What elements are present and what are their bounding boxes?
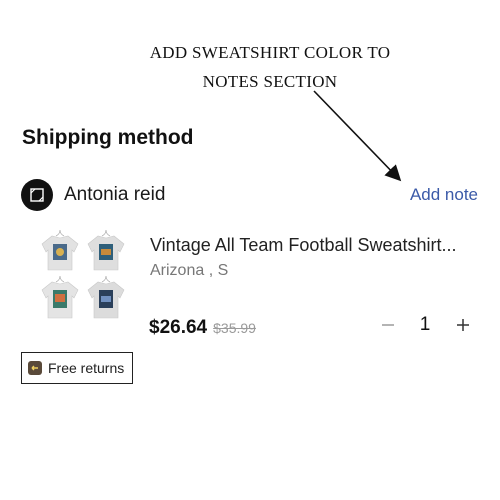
annotation-text: ADD SWEATSHIRT COLOR TO NOTES SECTION <box>0 38 500 96</box>
annotation-line-2: NOTES SECTION <box>202 72 338 91</box>
product-original-price: $35.99 <box>213 320 256 336</box>
seller-row: Antonia reid Add note <box>21 179 481 213</box>
sweatshirt-image <box>41 229 125 319</box>
seller-avatar[interactable] <box>21 179 53 211</box>
shipping-method-title: Shipping method <box>22 126 194 149</box>
product-thumbnail[interactable] <box>38 224 130 324</box>
quantity-stepper: 1 <box>377 312 473 338</box>
free-returns-badge: Free returns <box>21 352 134 384</box>
price-row: $26.64 $35.99 <box>149 317 256 339</box>
shop-icon <box>30 188 44 202</box>
minus-icon-glyph <box>382 324 394 326</box>
add-note-link[interactable]: Add note <box>410 185 478 205</box>
return-icon <box>28 361 42 375</box>
product-variant: Arizona , S <box>150 262 229 279</box>
product-price: $26.64 <box>149 317 208 338</box>
plus-icon[interactable] <box>452 312 474 338</box>
product-title[interactable]: Vintage All Team Football Sweatshirt... <box>150 235 480 256</box>
page: ADD SWEATSHIRT COLOR TO NOTES SECTION Sh… <box>0 0 500 500</box>
free-returns-label: Free returns <box>48 360 125 376</box>
annotation-line-1: ADD SWEATSHIRT COLOR TO <box>149 43 391 62</box>
plus-icon-glyph <box>457 319 469 331</box>
seller-name[interactable]: Antonia reid <box>64 184 165 206</box>
minus-icon[interactable] <box>377 312 399 338</box>
quantity-value: 1 <box>419 314 431 335</box>
